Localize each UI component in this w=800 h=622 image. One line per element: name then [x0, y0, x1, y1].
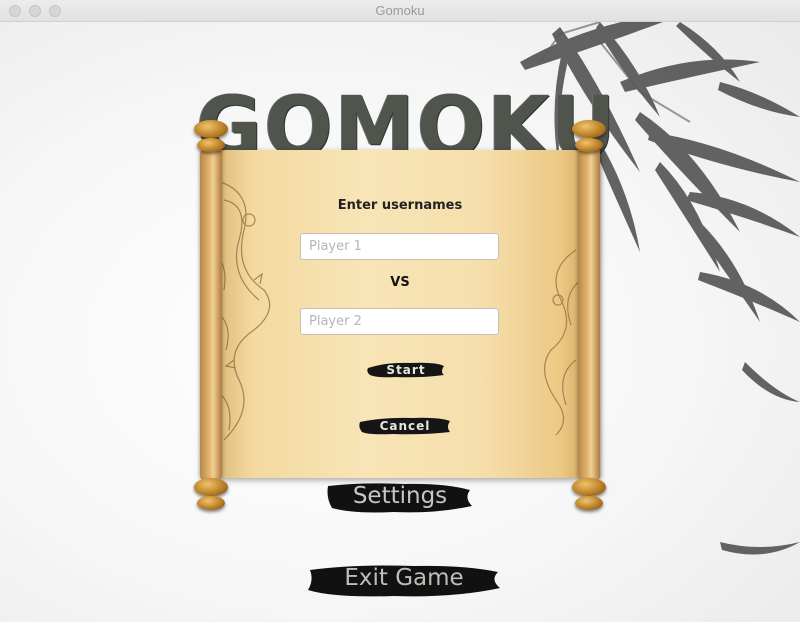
settings-button-label: Settings	[352, 483, 448, 509]
player2-input[interactable]	[300, 308, 499, 335]
scroll-knob	[572, 120, 606, 138]
scroll-rod-left	[200, 150, 222, 480]
scroll-rod-right	[578, 150, 600, 480]
scroll-knob	[194, 478, 228, 496]
scroll-knob	[197, 138, 225, 152]
player1-input[interactable]	[300, 233, 499, 260]
scroll-knob	[194, 120, 228, 138]
settings-button[interactable]: Settings	[324, 478, 476, 518]
exit-game-button[interactable]: Exit Game	[304, 560, 504, 600]
scroll-knob	[575, 496, 603, 510]
usernames-heading: Enter usernames	[337, 198, 463, 213]
scroll-knob	[572, 478, 606, 496]
scroll-knob	[575, 138, 603, 152]
game-window: Gomoku GOMOKU Enter usernames Player 1 V…	[0, 0, 800, 622]
window-title: Gomoku	[375, 3, 425, 18]
start-button[interactable]: Start	[366, 356, 446, 384]
title-bar: Gomoku	[0, 0, 800, 22]
cancel-button[interactable]: Cancel	[358, 412, 452, 440]
scroll-knob	[197, 496, 225, 510]
cancel-button-label: Cancel	[379, 419, 431, 433]
exit-game-button-label: Exit Game	[344, 565, 464, 591]
vs-label: VS	[390, 275, 410, 290]
start-button-label: Start	[386, 363, 426, 377]
